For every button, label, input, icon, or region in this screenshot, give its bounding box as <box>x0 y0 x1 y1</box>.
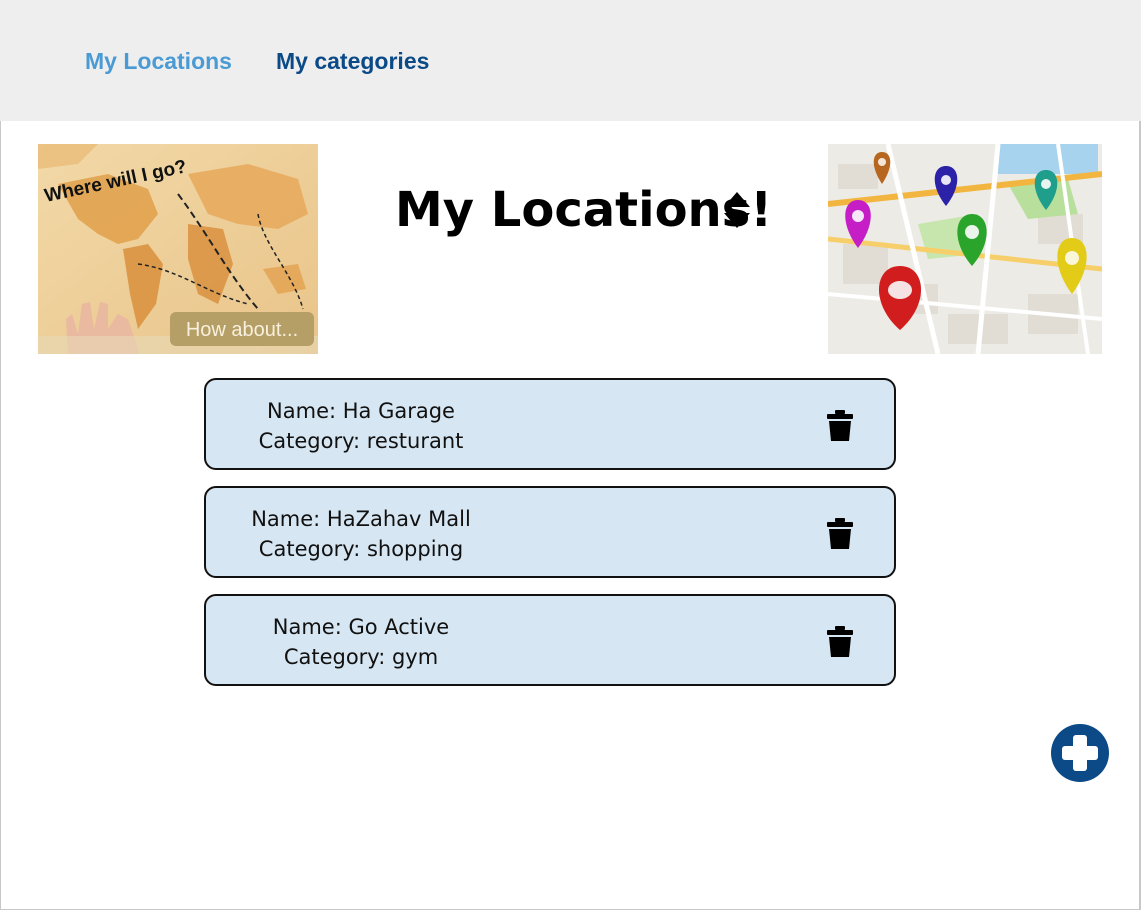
page-title: My Locations! <box>395 182 773 238</box>
nav-link-my-categories[interactable]: My categories <box>276 48 429 75</box>
location-category: Category: gym <box>283 645 439 669</box>
plus-circle-icon <box>1062 735 1098 771</box>
sort-icon[interactable] <box>722 190 752 230</box>
nav-link-my-locations[interactable]: My Locations <box>85 48 232 75</box>
navbar: My Locations My categories <box>0 0 1141 121</box>
location-card: Name: Go Active Category: gym <box>204 594 896 686</box>
location-card: Name: Ha Garage Category: resturant <box>204 378 896 470</box>
add-location-button[interactable] <box>1051 724 1109 782</box>
location-category: Category: resturant <box>258 429 464 453</box>
svg-text:How about...: How about... <box>186 319 298 341</box>
map-pins-banner <box>828 144 1102 354</box>
location-category: Category: shopping <box>258 537 464 561</box>
trash-icon[interactable] <box>826 626 854 658</box>
location-name: Name: Ha Garage <box>267 399 455 423</box>
location-name: Name: Go Active <box>272 615 450 639</box>
world-map-banner: How about... Where will I go? <box>38 144 318 354</box>
location-name: Name: HaZahav Mall <box>251 507 471 531</box>
trash-icon[interactable] <box>826 410 854 442</box>
location-card: Name: HaZahav Mall Category: shopping <box>204 486 896 578</box>
trash-icon[interactable] <box>826 518 854 550</box>
